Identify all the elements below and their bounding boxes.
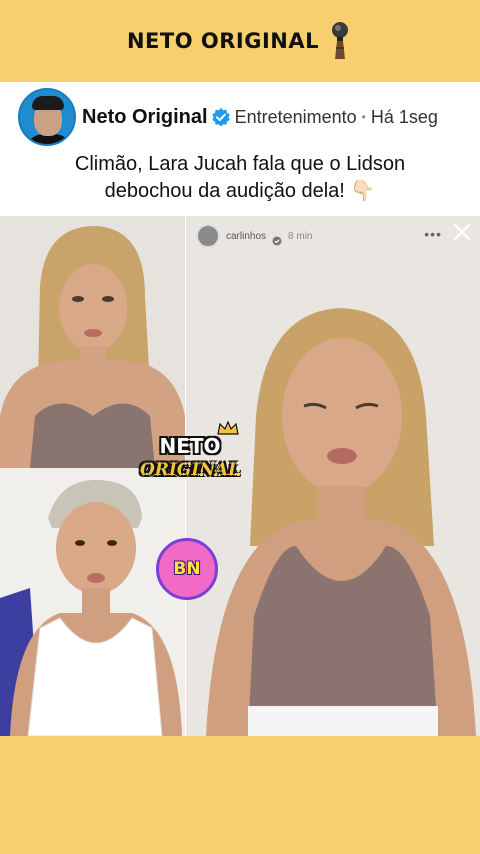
close-icon[interactable] xyxy=(452,222,472,242)
post-timestamp: Há 1seg xyxy=(370,106,438,127)
channel-badge-logo: BN xyxy=(156,538,218,600)
post-header: Neto Original Entretenimento • Há 1seg xyxy=(18,88,438,146)
story-avatar[interactable] xyxy=(196,224,220,248)
post-category: Entretenimento xyxy=(234,106,357,127)
author-avatar[interactable] xyxy=(18,88,76,146)
story-username[interactable]: carlinhos xyxy=(226,231,266,242)
post-media[interactable]: carlinhos 8 min ••• NETO ORIGINAL BN xyxy=(0,216,480,736)
story-more-icon[interactable]: ••• xyxy=(424,226,442,242)
neto-original-watermark: NETO ORIGINAL xyxy=(140,420,241,486)
headline-line-2: debochou da audição dela! 👇🏻 xyxy=(104,180,376,202)
verified-badge-icon xyxy=(211,107,231,127)
bottom-background xyxy=(0,736,480,854)
post-card: Neto Original Entretenimento • Há 1seg C… xyxy=(0,82,480,216)
headline-line-1: Climão, Lara Jucah fala que o Lidson xyxy=(74,153,406,175)
media-panel-bottom-left xyxy=(0,468,185,736)
watermark-line-2: ORIGINAL xyxy=(140,460,241,480)
story-header: carlinhos 8 min xyxy=(196,224,312,248)
brand-header: NETO ORIGINAL xyxy=(0,0,480,82)
story-time: 8 min xyxy=(288,230,313,242)
watermark-line-1: NETO xyxy=(159,434,221,458)
story-verified-icon xyxy=(272,231,282,246)
brand-title: NETO ORIGINAL xyxy=(126,29,319,53)
post-headline: Climão, Lara Jucah fala que o Lidson deb… xyxy=(0,151,480,205)
author-name[interactable]: Neto Original xyxy=(82,106,208,129)
badge-text: BN xyxy=(173,559,201,579)
microphone-icon xyxy=(327,21,353,61)
separator-dot: • xyxy=(361,110,366,124)
